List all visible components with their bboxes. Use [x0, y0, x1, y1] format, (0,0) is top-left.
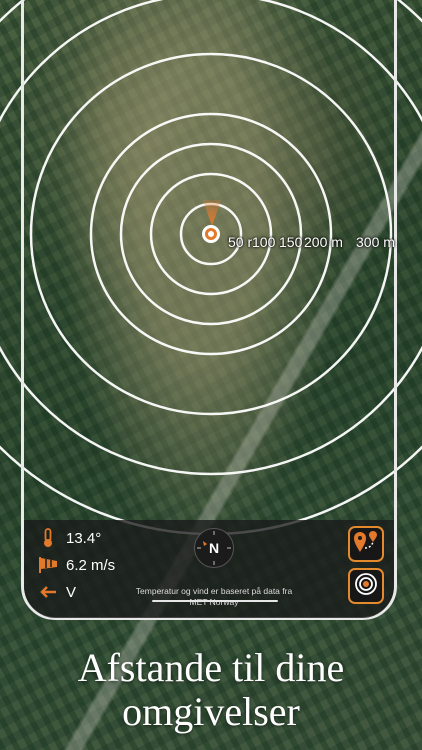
data-credit-text: Temperatur og vind er baseret på data fr… [135, 586, 293, 607]
wind-direction-row: V [38, 582, 76, 602]
caption-line-1: Afstande til dine [77, 645, 345, 690]
compass-icon[interactable]: N [194, 528, 234, 568]
distance-label-300: 300 m [356, 234, 395, 250]
windsock-icon [38, 555, 58, 575]
user-location-marker [202, 225, 220, 243]
info-panel: 13.4° 6.2 m/s V N Temperatur og vind er … [24, 520, 394, 618]
thermometer-icon [38, 528, 58, 548]
distance-label-150: 150 [279, 234, 303, 250]
wind-speed-row: 6.2 m/s [38, 555, 115, 575]
distance-label-200: 200 m [304, 234, 343, 250]
temperature-value: 13.4° [66, 529, 102, 547]
distance-rings-button[interactable] [348, 568, 384, 604]
wind-direction-value: V [66, 583, 77, 601]
route-button[interactable] [348, 526, 384, 562]
promo-caption: Afstande til dine omgivelser [0, 646, 422, 734]
temperature-row: 13.4° [38, 528, 101, 548]
distance-label-50: 50 r [228, 234, 253, 250]
route-pins-icon [353, 530, 379, 559]
compass-heading-letter: N [208, 540, 220, 556]
target-rings-icon [354, 572, 378, 601]
caption-line-2: omgivelser [122, 689, 300, 734]
arrow-left-icon [38, 582, 58, 602]
home-indicator[interactable] [152, 600, 278, 602]
distance-label-100: 100 [252, 234, 276, 250]
wind-speed-value: 6.2 m/s [66, 556, 116, 574]
